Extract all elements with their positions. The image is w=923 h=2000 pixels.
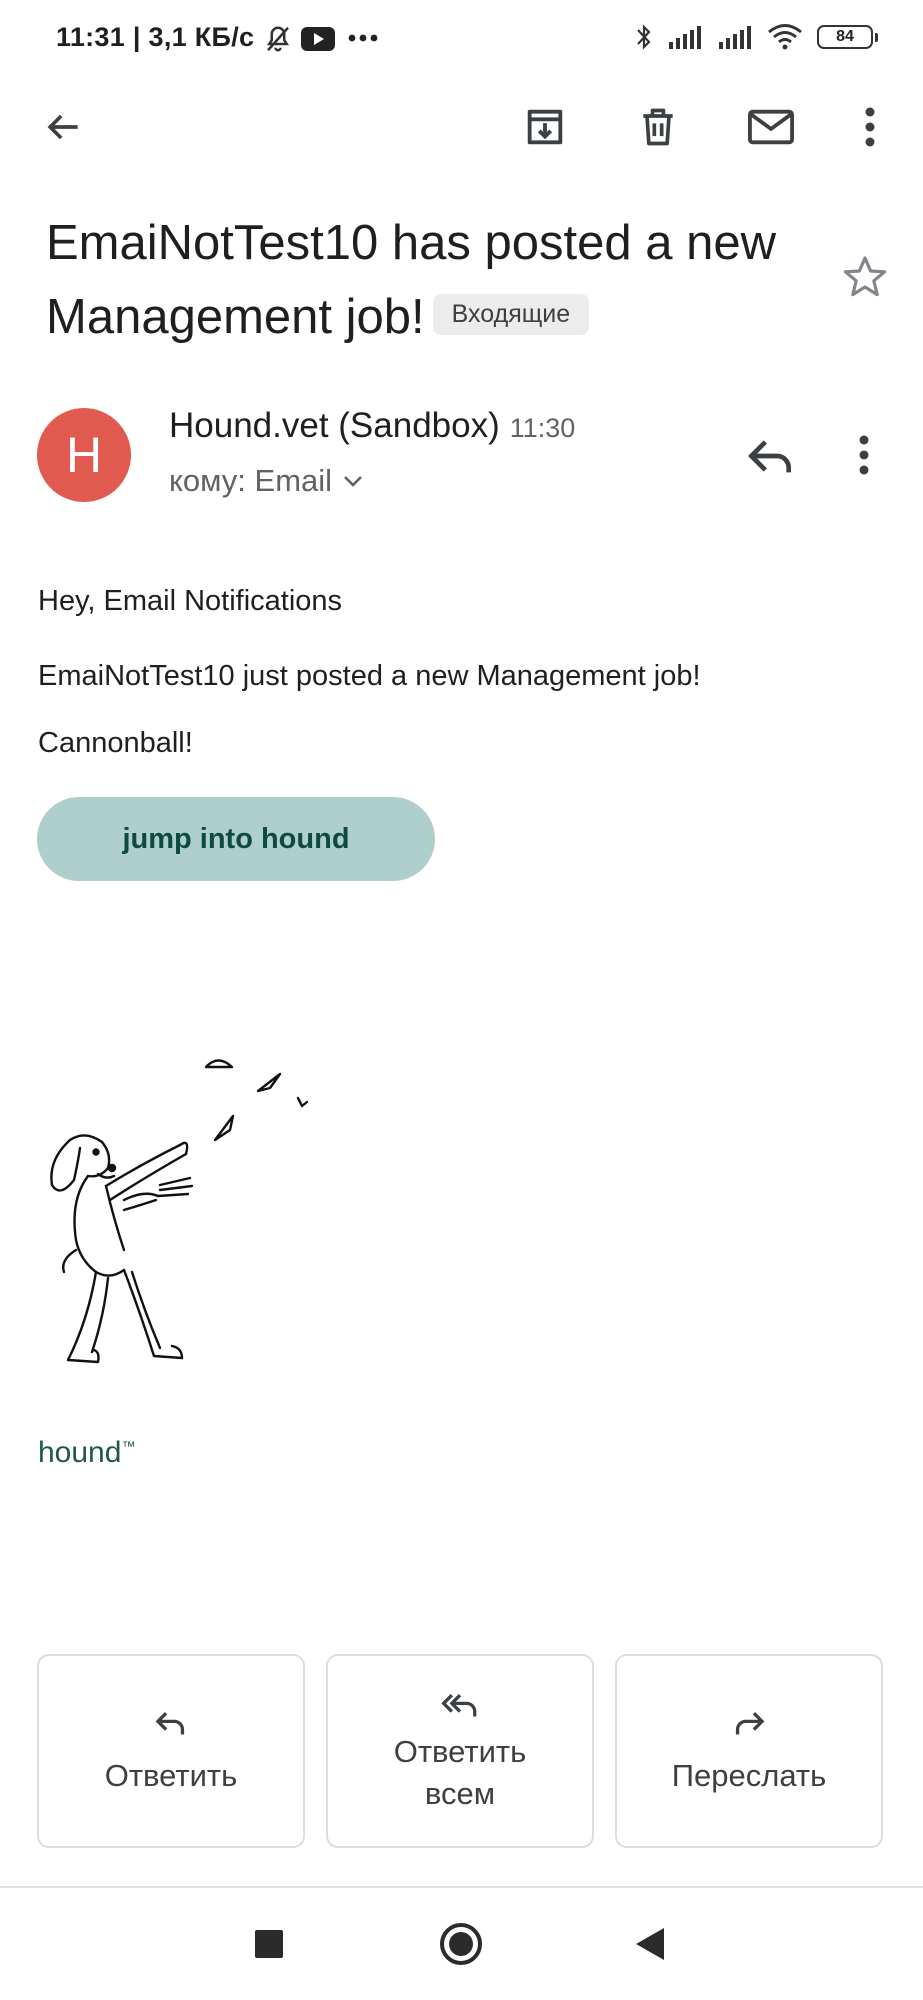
reply-action-button[interactable]: Ответить: [37, 1654, 305, 1848]
back-arrow-icon: [47, 114, 78, 140]
reply-all-icon: [438, 1687, 482, 1723]
hound-brand: hound™: [38, 1436, 135, 1470]
signal-icon: [667, 24, 703, 50]
star-icon: [843, 256, 887, 297]
wifi-icon: [767, 23, 803, 51]
message-text: EmaiNotTest10 just posted a new Manageme…: [38, 660, 701, 692]
more-vert-icon: [859, 435, 869, 475]
archive-icon: [527, 109, 563, 145]
sender-row: Hound.vet (Sandbox) 11:30: [169, 406, 575, 446]
sender-name[interactable]: Hound.vet (Sandbox): [169, 406, 500, 445]
forward-icon: [729, 1705, 769, 1741]
delete-button[interactable]: [628, 97, 688, 157]
trademark-mark: ™: [121, 1438, 136, 1454]
more-notifications-icon: [347, 33, 379, 43]
more-vert-icon: [865, 107, 875, 147]
subject-text: EmaiNotTest10 has posted a new Managemen…: [46, 216, 776, 344]
youtube-icon: [301, 27, 335, 51]
greeting-text: Hey, Email Notifications: [38, 585, 343, 617]
sender-avatar[interactable]: H: [37, 408, 131, 502]
forward-action-label: Переслать: [671, 1758, 827, 1793]
reply-button[interactable]: [742, 428, 798, 484]
sent-time: 11:30: [509, 413, 576, 443]
email-subject: EmaiNotTest10 has posted a new Managemen…: [46, 206, 786, 354]
triangle-back-icon: [636, 1928, 664, 1960]
home-button[interactable]: [438, 1921, 484, 1967]
square-icon: [255, 1930, 283, 1958]
nav-divider: [0, 1886, 923, 1888]
circle-icon: [440, 1923, 482, 1965]
status-time: 11:31 | 3,1 КБ/с: [56, 22, 255, 52]
reply-icon: [151, 1705, 191, 1741]
trash-icon: [643, 108, 673, 146]
reply-icon: [748, 440, 791, 473]
reply-all-action-label: Ответить всем: [393, 1734, 527, 1811]
mark-unread-button[interactable]: [741, 97, 801, 157]
reply-action-label: Ответить: [104, 1758, 238, 1793]
status-icons: 84: [635, 22, 878, 52]
recipient-text: кому: Email: [169, 463, 333, 498]
chevron-down-icon: [344, 476, 362, 487]
brand-text: hound: [38, 1436, 122, 1469]
overflow-menu-button[interactable]: [840, 97, 900, 157]
signal-icon-2: [717, 24, 753, 50]
hound-dog-illustration: [40, 1050, 320, 1380]
back-nav-button[interactable]: [634, 1926, 666, 1962]
mail-icon: [748, 109, 794, 145]
exclaim-text: Cannonball!: [38, 727, 193, 759]
back-button[interactable]: [33, 97, 93, 157]
forward-action-button[interactable]: Переслать: [615, 1654, 883, 1848]
inbox-label-chip[interactable]: Входящие: [432, 293, 590, 335]
archive-button[interactable]: [515, 97, 575, 157]
jump-into-hound-button[interactable]: jump into hound: [37, 797, 435, 881]
recipient-details-toggle[interactable]: кому: Email: [169, 463, 364, 499]
reply-all-action-button[interactable]: Ответить всем: [326, 1654, 594, 1848]
star-button[interactable]: [841, 253, 889, 301]
notifications-muted-icon: [263, 24, 293, 54]
message-more-button[interactable]: [858, 434, 870, 476]
battery-icon: 84: [817, 25, 878, 49]
bluetooth-icon: [635, 22, 653, 52]
recents-button[interactable]: [254, 1929, 284, 1959]
